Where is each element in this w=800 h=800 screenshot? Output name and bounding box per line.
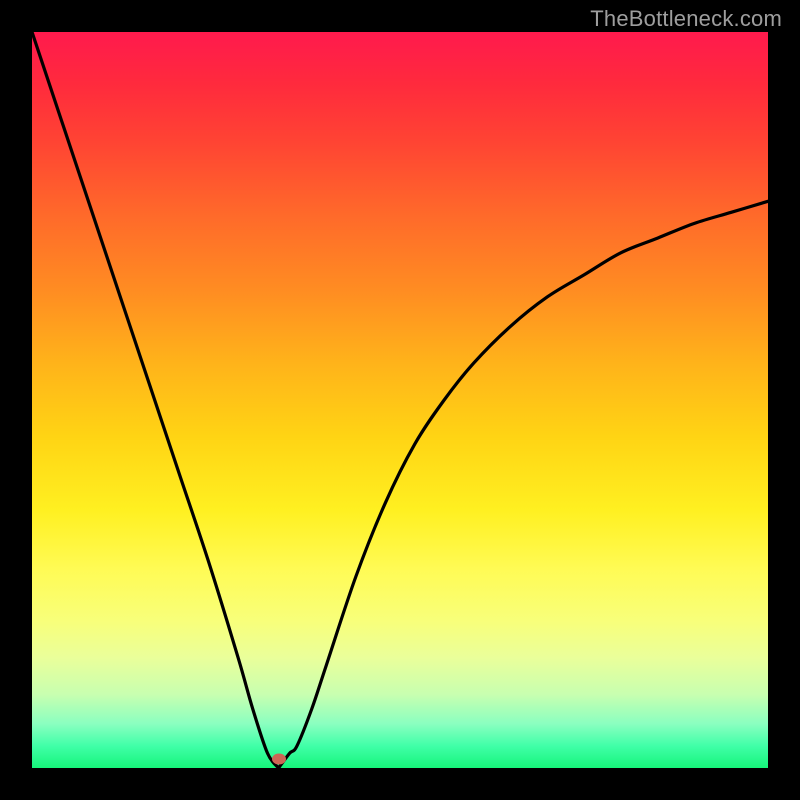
optimum-marker	[272, 754, 286, 765]
plot-area	[32, 32, 768, 768]
watermark-text: TheBottleneck.com	[590, 6, 782, 32]
bottleneck-curve	[32, 32, 768, 768]
chart-frame: TheBottleneck.com	[0, 0, 800, 800]
